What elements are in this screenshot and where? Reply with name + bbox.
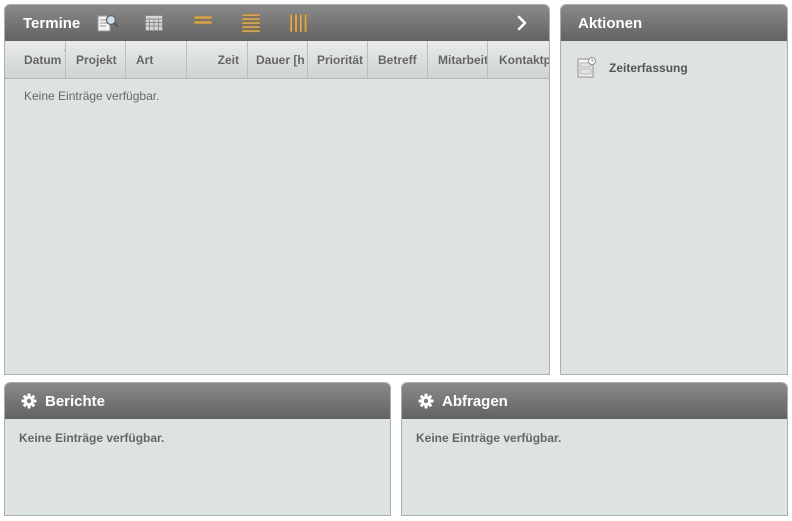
time-entry-icon	[577, 57, 597, 79]
column-header-prioritaet[interactable]: Priorität	[308, 41, 368, 78]
abfragen-header: Abfragen	[402, 383, 787, 419]
termine-header: Termine	[5, 5, 549, 41]
aktionen-header: Aktionen	[561, 5, 787, 41]
column-label: Projekt	[76, 52, 117, 67]
column-label: Zeit	[217, 52, 239, 67]
column-label: Dauer [h	[256, 52, 305, 67]
column-label: Art	[136, 52, 154, 67]
termine-title: Termine	[23, 14, 81, 32]
column-label: Betreff	[378, 52, 417, 67]
aktionen-title: Aktionen	[578, 14, 643, 32]
berichte-title: Berichte	[45, 392, 106, 410]
column-header-kontaktperson[interactable]: Kontaktp	[488, 41, 550, 78]
column-header-row: Datum Projekt Art Zeit Dauer [h Prioritä…	[5, 41, 549, 79]
abfragen-empty-message: Keine Einträge verfügbar.	[416, 431, 562, 445]
chevron-right-icon[interactable]	[515, 14, 529, 32]
column-label: Mitarbeit	[438, 52, 488, 67]
berichte-empty-message: Keine Einträge verfügbar.	[19, 431, 165, 445]
two-lines-view-icon[interactable]	[193, 11, 213, 31]
column-header-betreff[interactable]: Betreff	[368, 41, 428, 78]
column-label: Datum	[24, 52, 62, 67]
calendar-grid-icon[interactable]	[144, 13, 164, 33]
action-zeiterfassung[interactable]: Zeiterfassung	[577, 57, 688, 79]
action-zeiterfassung-label: Zeiterfassung	[609, 61, 688, 75]
aktionen-panel: Aktionen Zeiterfassung	[560, 4, 788, 375]
gear-icon	[418, 393, 434, 409]
abfragen-title: Abfragen	[442, 392, 508, 410]
berichte-header: Berichte	[5, 383, 390, 419]
column-label: Priorität	[317, 52, 364, 67]
column-header-mitarbeiter[interactable]: Mitarbeit	[428, 41, 488, 78]
list-view-icon[interactable]	[241, 13, 261, 33]
column-header-dauer[interactable]: Dauer [h	[248, 41, 308, 78]
abfragen-panel: Abfragen Keine Einträge verfügbar.	[401, 382, 788, 516]
berichte-panel: Berichte Keine Einträge verfügbar.	[4, 382, 391, 516]
column-header-zeit[interactable]: Zeit	[187, 41, 248, 78]
gear-icon	[21, 393, 37, 409]
termine-panel: Termine Datum Projekt Art Zeit Dauer [h …	[4, 4, 550, 375]
column-header-datum[interactable]: Datum	[16, 41, 66, 78]
termine-empty-message: Keine Einträge verfügbar.	[24, 89, 160, 103]
column-label: Kontaktp	[499, 52, 550, 67]
search-document-icon[interactable]	[97, 13, 119, 33]
columns-view-icon[interactable]	[289, 13, 309, 33]
column-header-projekt[interactable]: Projekt	[66, 41, 126, 78]
column-header-art[interactable]: Art	[126, 41, 187, 78]
